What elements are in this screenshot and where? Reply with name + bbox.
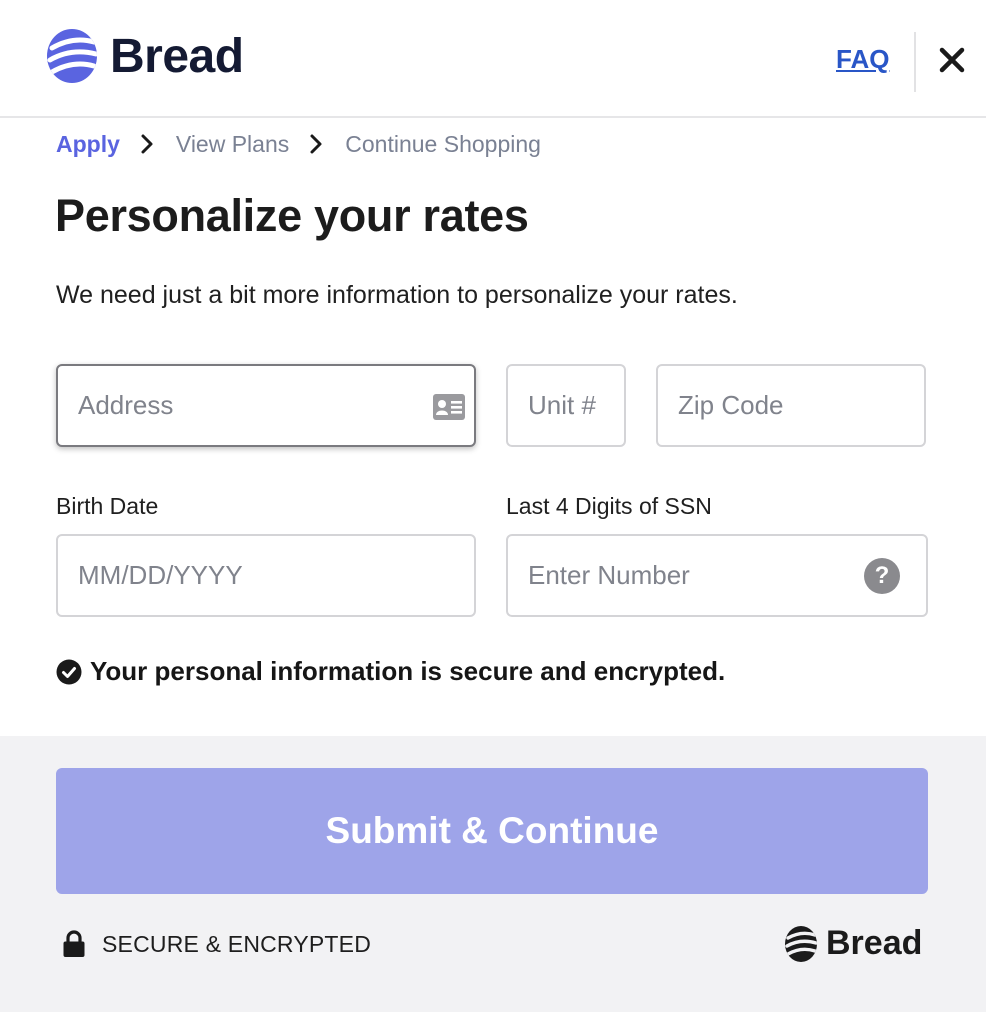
page-subtitle: We need just a bit more information to p… <box>56 281 738 309</box>
id-card-icon <box>433 394 465 420</box>
birth-date-label: Birth Date <box>56 493 159 519</box>
header: Bread FAQ <box>0 0 986 118</box>
ssn-input[interactable] <box>528 560 906 591</box>
ssn-label: Last 4 Digits of SSN <box>506 493 712 519</box>
page-title: Personalize your rates <box>55 190 529 241</box>
ssn-field[interactable]: ? <box>506 534 928 617</box>
birth-date-input[interactable] <box>78 560 454 591</box>
submit-continue-button[interactable]: Submit & Continue <box>56 768 928 894</box>
address-input[interactable] <box>78 390 454 421</box>
close-button[interactable] <box>936 44 968 76</box>
brand-name: Bread <box>110 29 244 83</box>
unit-input[interactable] <box>528 390 604 421</box>
birth-date-field[interactable] <box>56 534 476 617</box>
check-circle-icon <box>56 659 82 684</box>
footer-brand-name: Bread <box>826 924 923 962</box>
question-circle-icon[interactable]: ? <box>864 558 900 594</box>
chevron-right-icon <box>310 134 322 154</box>
faq-link[interactable]: FAQ <box>836 44 889 75</box>
lock-icon <box>63 930 85 957</box>
close-icon <box>939 47 965 73</box>
secure-badge: SECURE & ENCRYPTED <box>62 930 371 958</box>
bread-logo-icon <box>785 925 817 962</box>
footer: Submit & Continue SECURE & ENCRYPTED Bre… <box>0 736 986 1012</box>
address-field[interactable] <box>56 364 476 447</box>
footer-brand-logo: Bread <box>784 924 922 963</box>
zip-code-input[interactable] <box>678 390 904 421</box>
header-divider <box>914 32 916 92</box>
breadcrumb-item-continue-shopping: Continue Shopping <box>345 130 541 157</box>
breadcrumb-item-view-plans: View Plans <box>175 130 290 157</box>
unit-field[interactable] <box>506 364 626 447</box>
bread-logo-icon <box>47 29 97 83</box>
chevron-right-icon <box>141 134 153 154</box>
breadcrumb-item-apply[interactable]: Apply <box>56 131 120 158</box>
brand-logo: Bread <box>46 26 244 86</box>
secure-badge-text: SECURE & ENCRYPTED <box>102 930 372 957</box>
zip-code-field[interactable] <box>656 364 926 447</box>
breadcrumb: Apply View Plans Continue Shopping <box>56 128 541 160</box>
secure-note: Your personal information is secure and … <box>56 656 725 687</box>
secure-note-text: Your personal information is secure and … <box>90 656 726 686</box>
bread-apply-modal: Bread FAQ Apply View Plans Continue Shop… <box>0 0 986 1012</box>
